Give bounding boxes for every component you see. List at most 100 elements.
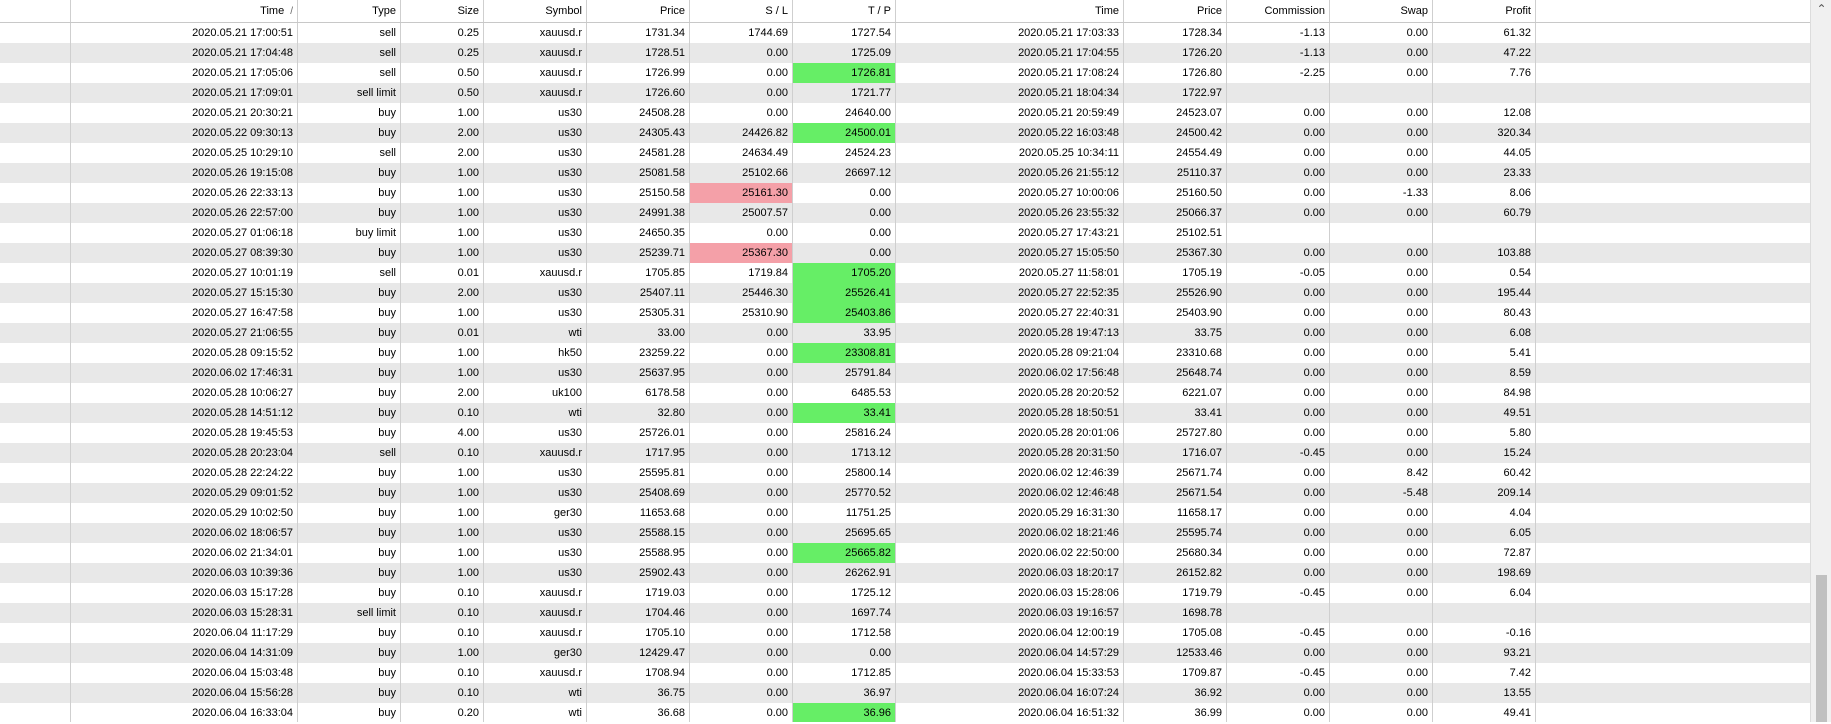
table-row[interactable]: 2020.05.26 19:15:08 buy 1.00 us30 25081.58 25… (0, 163, 1831, 183)
table-row[interactable]: 2020.05.27 01:06:18 buy limit 1.00 us30 2465… (0, 223, 1831, 243)
header-take-profit[interactable]: T / P (793, 0, 896, 22)
table-row[interactable]: 2020.06.03 10:39:36 buy 1.00 us30 25902.43 0.… (0, 563, 1831, 583)
table-row[interactable]: 2020.05.21 17:04:48 sell 0.25 xauusd.r 1728.… (0, 43, 1831, 63)
table-row[interactable]: 2020.05.27 15:15:30 buy 2.00 us30 25407.11 25… (0, 283, 1831, 303)
table-row[interactable]: 2020.06.04 16:33:04 buy 0.20 wti 36.68 0.00 36… (0, 703, 1831, 723)
table-row[interactable]: 2020.05.21 17:09:01 sell limit 0.50 xauusd.… (0, 83, 1831, 103)
cell-profit: 49.41 (1433, 703, 1536, 723)
table-row[interactable]: 2020.06.04 14:31:09 buy 1.00 ger30 12429.47 0… (0, 643, 1831, 663)
table-row[interactable]: 2020.06.04 15:56:28 buy 0.10 wti 36.75 0.00 36… (0, 683, 1831, 703)
table-row[interactable]: 2020.05.22 09:30:13 buy 2.00 us30 24305.43 24… (0, 123, 1831, 143)
cell-stop-loss: 0.00 (690, 603, 793, 623)
cell-open-price: 11653.68 (587, 503, 690, 523)
cell-size: 2.00 (401, 283, 484, 303)
cell-blank (0, 283, 71, 303)
table-row[interactable]: 2020.06.04 15:03:48 buy 0.10 xauusd.r 1708.9… (0, 663, 1831, 683)
cell-open-time: 2020.05.25 10:29:10 (71, 143, 298, 163)
cell-profit: 12.08 (1433, 103, 1536, 123)
table-row[interactable]: 2020.05.26 22:33:13 buy 1.00 us30 25150.58 25… (0, 183, 1831, 203)
table-row[interactable]: 2020.05.27 16:47:58 buy 1.00 us30 25305.31 25… (0, 303, 1831, 323)
header-stop-loss[interactable]: S / L (690, 0, 793, 22)
header-open-time[interactable]: Time / (71, 0, 298, 22)
table-row[interactable]: 2020.05.28 09:15:52 buy 1.00 hk50 23259.22 0.… (0, 343, 1831, 363)
cell-swap: 0.00 (1330, 143, 1433, 163)
cell-open-time: 2020.05.21 17:00:51 (71, 23, 298, 43)
cell-size: 1.00 (401, 183, 484, 203)
cell-swap: 0.00 (1330, 123, 1433, 143)
cell-commission: -0.45 (1227, 583, 1330, 603)
cell-commission: 0.00 (1227, 683, 1330, 703)
table-row[interactable]: 2020.06.03 15:17:28 buy 0.10 xauusd.r 1719.0… (0, 583, 1831, 603)
cell-stop-loss: 0.00 (690, 83, 793, 103)
cell-open-time: 2020.05.21 20:30:21 (71, 103, 298, 123)
table-row[interactable]: 2020.05.28 10:06:27 buy 2.00 uk100 6178.58 0.… (0, 383, 1831, 403)
header-open-price[interactable]: Price (587, 0, 690, 22)
cell-blank (0, 303, 71, 323)
header-close-price[interactable]: Price (1124, 0, 1227, 22)
table-row[interactable]: 2020.05.27 08:39:30 buy 1.00 us30 25239.71 25… (0, 243, 1831, 263)
cell-commission: 0.00 (1227, 323, 1330, 343)
table-row[interactable]: 2020.05.29 10:02:50 buy 1.00 ger30 11653.68 0… (0, 503, 1831, 523)
header-profit[interactable]: Profit (1433, 0, 1536, 22)
cell-open-price: 33.00 (587, 323, 690, 343)
cell-symbol: xauusd.r (484, 663, 587, 683)
cell-profit (1433, 603, 1536, 623)
cell-commission: 0.00 (1227, 363, 1330, 383)
header-blank[interactable] (0, 0, 71, 22)
cell-size: 0.10 (401, 603, 484, 623)
cell-size: 1.00 (401, 523, 484, 543)
header-swap[interactable]: Swap (1330, 0, 1433, 22)
cell-swap: 0.00 (1330, 303, 1433, 323)
table-row[interactable]: 2020.06.02 18:06:57 buy 1.00 us30 25588.15 0.… (0, 523, 1831, 543)
table-row[interactable]: 2020.06.02 17:46:31 buy 1.00 us30 25637.95 0.… (0, 363, 1831, 383)
header-commission[interactable]: Commission (1227, 0, 1330, 22)
cell-take-profit: 1721.77 (793, 83, 896, 103)
table-row[interactable]: 2020.05.28 20:23:04 sell 0.10 xauusd.r 1717.… (0, 443, 1831, 463)
cell-symbol: xauusd.r (484, 603, 587, 623)
vertical-scrollbar[interactable]: ⌃ (1810, 0, 1831, 724)
table-row[interactable]: 2020.05.28 22:24:22 buy 1.00 us30 25595.81 0.… (0, 463, 1831, 483)
cell-swap: 0.00 (1330, 503, 1433, 523)
cell-swap: 0.00 (1330, 623, 1433, 643)
table-row[interactable]: 2020.06.03 15:28:31 sell limit 0.10 xauusd.… (0, 603, 1831, 623)
cell-open-time: 2020.05.26 22:33:13 (71, 183, 298, 203)
table-row[interactable]: 2020.05.28 19:45:53 buy 4.00 us30 25726.01 0.… (0, 423, 1831, 443)
cell-take-profit: 24640.00 (793, 103, 896, 123)
table-row[interactable]: 2020.05.21 17:05:06 sell 0.50 xauusd.r 1726.… (0, 63, 1831, 83)
header-close-time[interactable]: Time (896, 0, 1124, 22)
cell-close-price: 1705.08 (1124, 623, 1227, 643)
table-row[interactable]: 2020.05.25 10:29:10 sell 2.00 us30 24581.28 2… (0, 143, 1831, 163)
chevron-up-icon[interactable]: ⌃ (1811, 0, 1831, 18)
cell-blank (0, 183, 71, 203)
cell-commission: 0.00 (1227, 403, 1330, 423)
cell-close-price: 1705.19 (1124, 263, 1227, 283)
header-label: Type (372, 5, 396, 17)
cell-blank (0, 363, 71, 383)
cell-symbol: us30 (484, 483, 587, 503)
table-row[interactable]: 2020.05.29 09:01:52 buy 1.00 us30 25408.69 0.… (0, 483, 1831, 503)
table-row[interactable]: 2020.05.21 17:00:51 sell 0.25 xauusd.r 1731.… (0, 23, 1831, 43)
table-row[interactable]: 2020.05.21 20:30:21 buy 1.00 us30 24508.28 0.… (0, 103, 1831, 123)
cell-blank (0, 583, 71, 603)
cell-symbol: us30 (484, 523, 587, 543)
header-symbol[interactable]: Symbol (484, 0, 587, 22)
cell-open-time: 2020.05.28 14:51:12 (71, 403, 298, 423)
table-row[interactable]: 2020.05.27 10:01:19 sell 0.01 xauusd.r 1705.… (0, 263, 1831, 283)
cell-take-profit: 1705.20 (793, 263, 896, 283)
table-row[interactable]: 2020.05.26 22:57:00 buy 1.00 us30 24991.38 25… (0, 203, 1831, 223)
table-row[interactable]: 2020.06.04 11:17:29 buy 0.10 xauusd.r 1705.1… (0, 623, 1831, 643)
cell-take-profit: 1712.58 (793, 623, 896, 643)
header-size[interactable]: Size (401, 0, 484, 22)
cell-type: buy (298, 303, 401, 323)
table-row[interactable]: 2020.06.02 21:34:01 buy 1.00 us30 25588.95 0.… (0, 543, 1831, 563)
table-row[interactable]: 2020.05.27 21:06:55 buy 0.01 wti 33.00 0.00 33… (0, 323, 1831, 343)
header-label: Commission (1264, 5, 1325, 17)
table-row[interactable]: 2020.05.28 14:51:12 buy 0.10 wti 32.80 0.00 33… (0, 403, 1831, 423)
cell-take-profit: 25665.82 (793, 543, 896, 563)
cell-size: 0.10 (401, 443, 484, 463)
scrollbar-thumb[interactable] (1816, 575, 1827, 723)
header-type[interactable]: Type (298, 0, 401, 22)
cell-blank (0, 243, 71, 263)
cell-take-profit: 36.97 (793, 683, 896, 703)
cell-stop-loss: 24426.82 (690, 123, 793, 143)
